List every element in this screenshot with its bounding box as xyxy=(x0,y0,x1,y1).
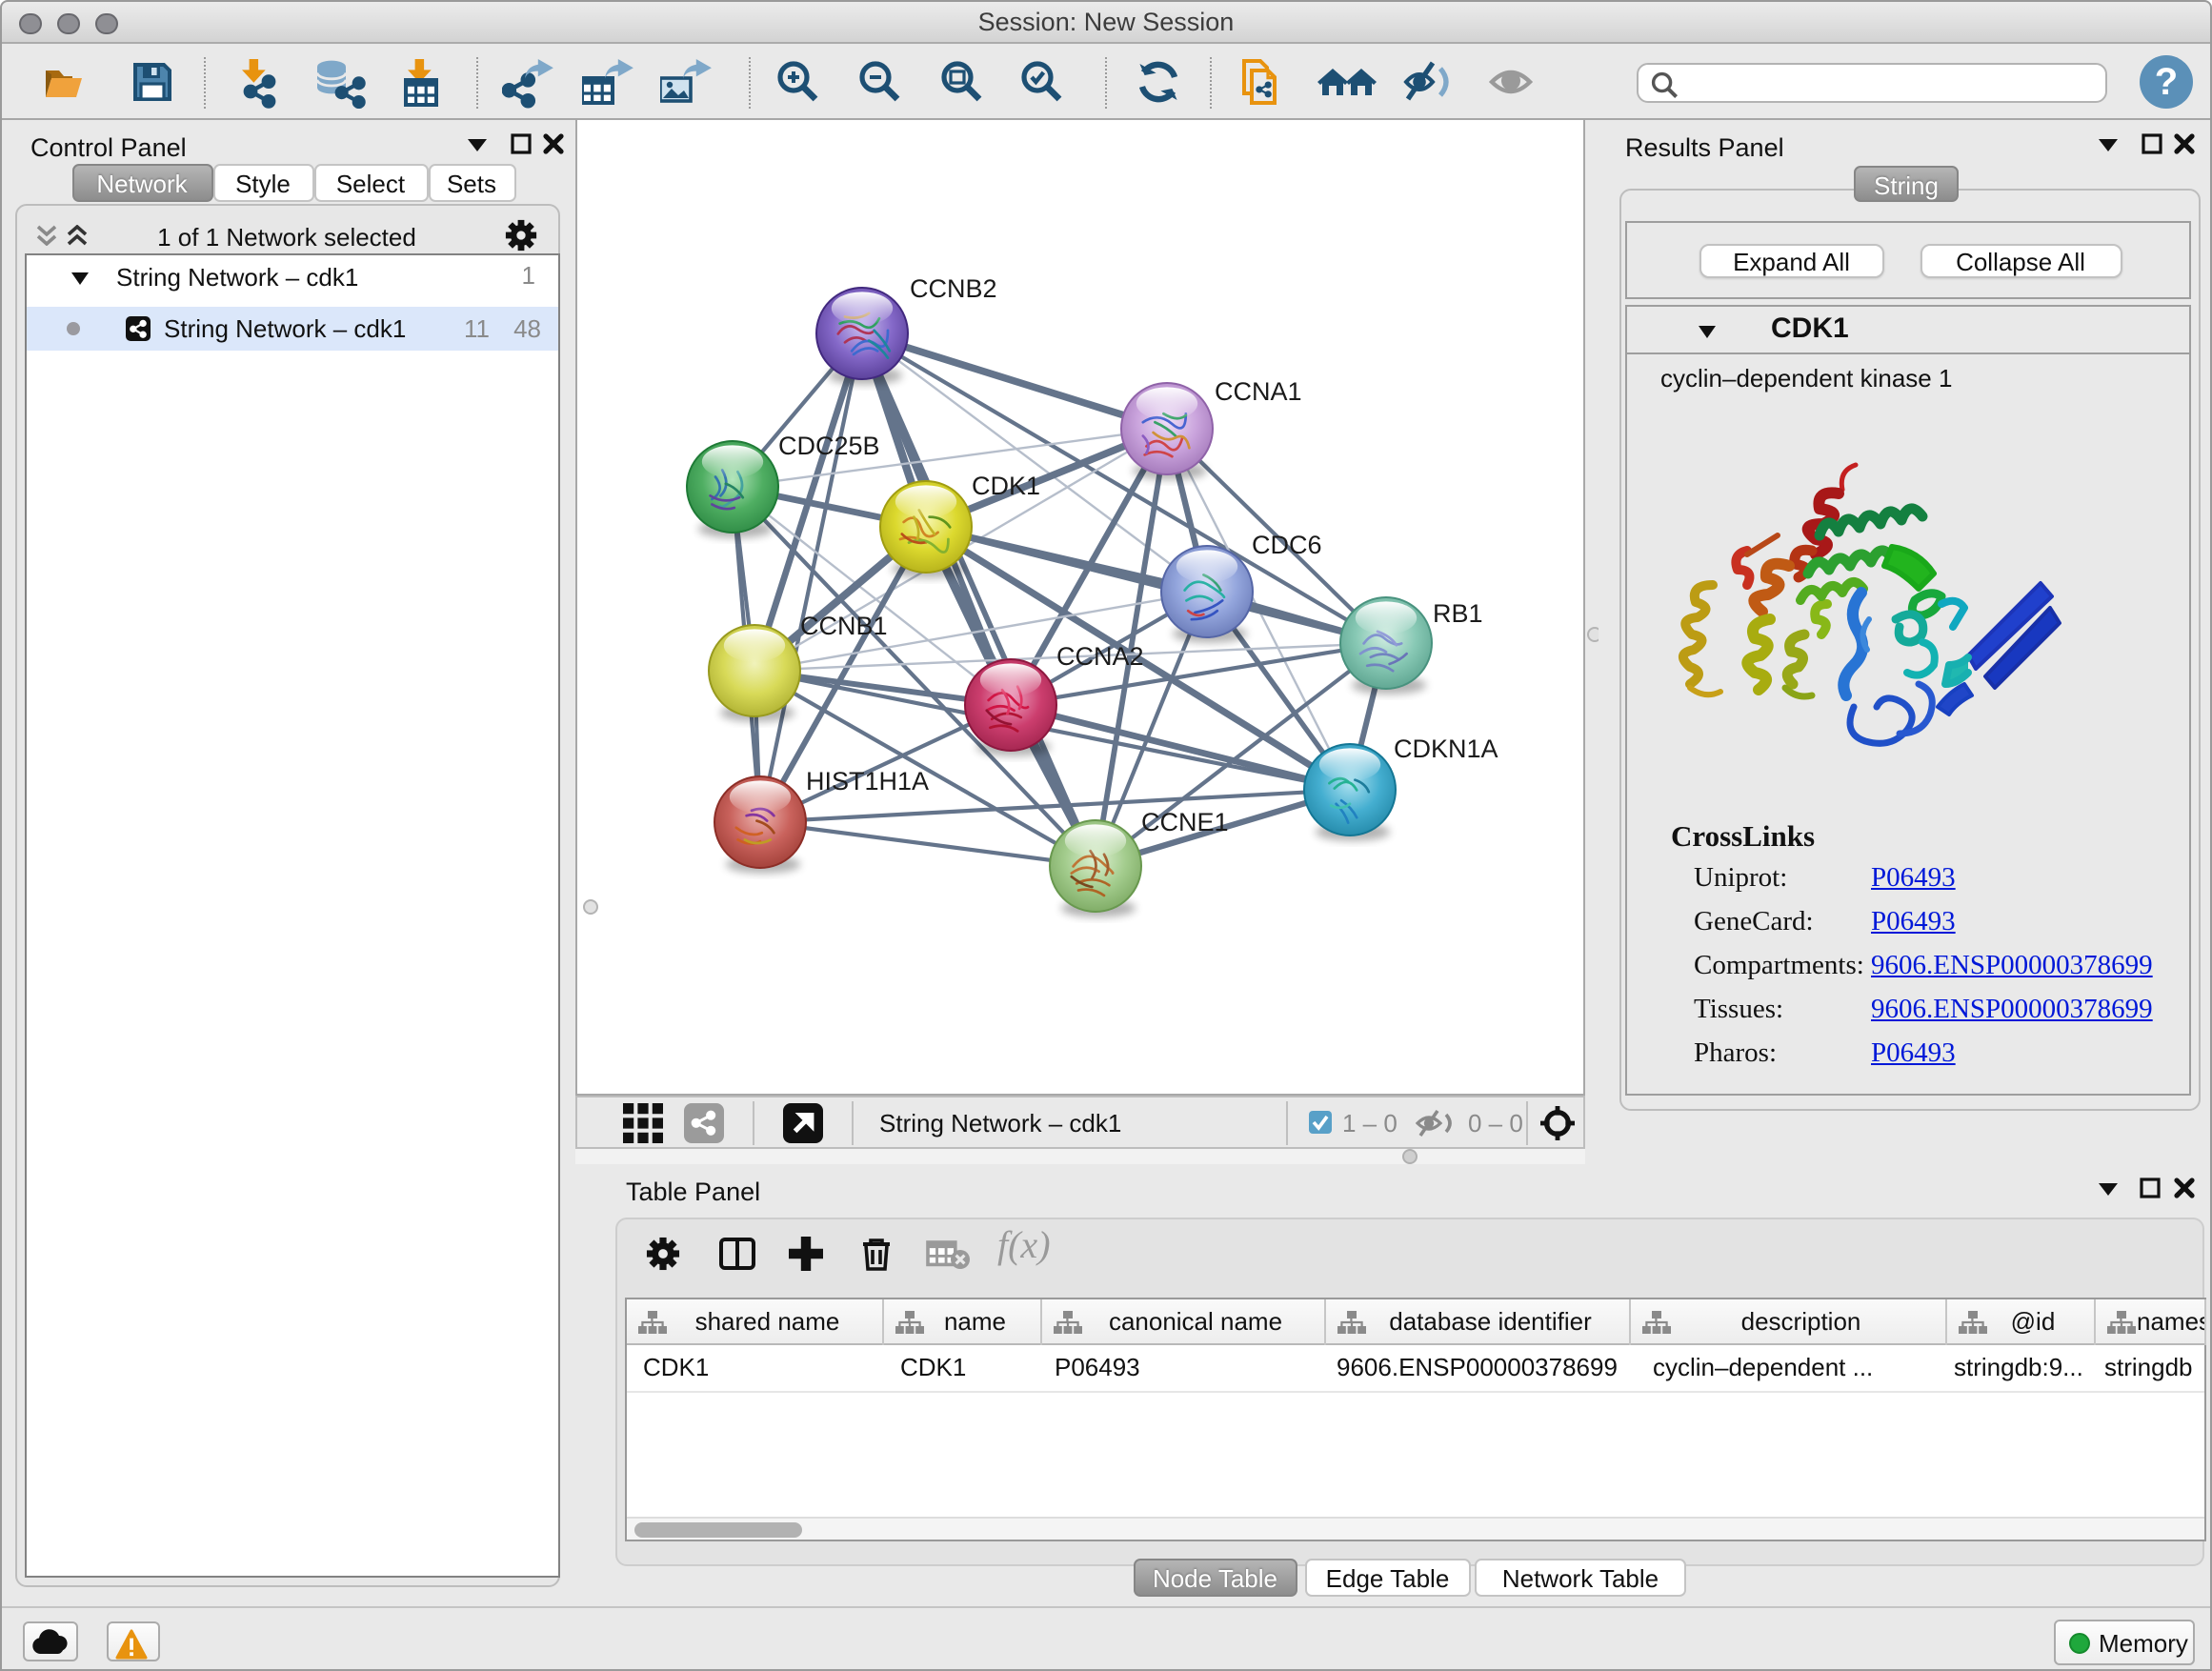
svg-text:CDKN1A: CDKN1A xyxy=(1394,735,1498,763)
svg-text:CCNB1: CCNB1 xyxy=(800,612,888,640)
svg-text:RB1: RB1 xyxy=(1433,599,1483,628)
svg-text:CCNA1: CCNA1 xyxy=(1215,377,1302,406)
svg-text:CDK1: CDK1 xyxy=(972,472,1040,500)
svg-text:CCNE1: CCNE1 xyxy=(1141,808,1229,836)
svg-text:?: ? xyxy=(2155,61,2178,103)
svg-text:HIST1H1A: HIST1H1A xyxy=(806,767,929,795)
svg-text:CDC25B: CDC25B xyxy=(778,432,880,460)
svg-text:CCNA2: CCNA2 xyxy=(1056,642,1144,671)
svg-text:CDC6: CDC6 xyxy=(1252,531,1322,559)
svg-text:CCNB2: CCNB2 xyxy=(910,274,997,303)
